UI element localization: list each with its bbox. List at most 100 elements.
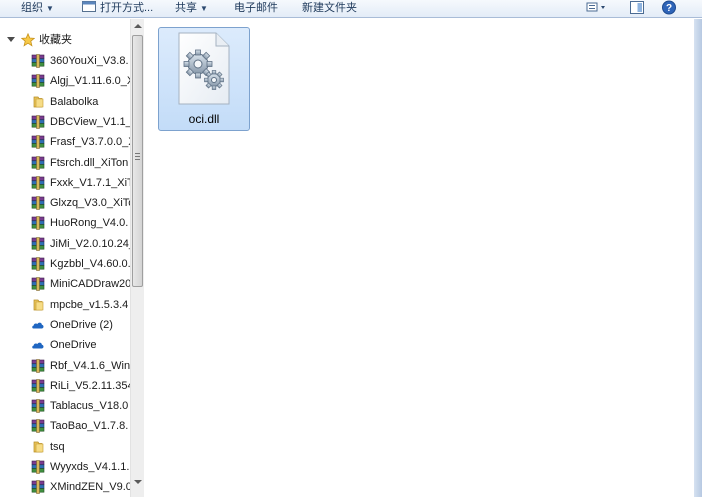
favorites-node[interactable]: 收藏夹 bbox=[0, 30, 130, 50]
nav-item-frasf-v3-7-0-0-x[interactable]: Frasf_V3.7.0.0_X bbox=[0, 132, 130, 152]
organize-menu[interactable]: 组织 ▼ bbox=[21, 0, 54, 17]
nav-item-rbf-v4-1-6-win[interactable]: Rbf_V4.1.6_Win bbox=[0, 356, 130, 376]
nav-item-label: OneDrive bbox=[50, 339, 97, 351]
nav-item-mpcbe-v1-5-3-4[interactable]: mpcbe_v1.5.3.4 bbox=[0, 295, 130, 315]
svg-text:?: ? bbox=[666, 3, 672, 14]
nav-item-label: DBCView_V1.1_ bbox=[50, 116, 130, 128]
folder-icon bbox=[33, 441, 44, 453]
nav-item-label: MiniCADDraw20 bbox=[50, 278, 130, 290]
nav-item-label: Ftsrch.dll_XiTon bbox=[50, 157, 129, 169]
nav-item-label: HuoRong_V4.0. bbox=[50, 217, 129, 229]
scroll-down-arrow-icon[interactable] bbox=[131, 475, 145, 489]
nav-item-label: Fxxk_V1.7.1_XiT bbox=[50, 177, 130, 189]
nav-item-360youxi-v3-8[interactable]: 360YouXi_V3.8. bbox=[0, 51, 130, 71]
nav-item-ftsrch-dll-xiton[interactable]: Ftsrch.dll_XiTon bbox=[0, 153, 130, 173]
preview-pane-icon bbox=[630, 1, 644, 14]
nav-item-label: Rbf_V4.1.6_Win bbox=[50, 360, 130, 372]
nav-item-algj-v1-11-6-0-x[interactable]: Algj_V1.11.6.0_X bbox=[0, 71, 130, 91]
rar-archive-icon bbox=[31, 196, 45, 210]
nav-item-label: Balabolka bbox=[50, 96, 99, 108]
email-button[interactable]: 电子邮件 bbox=[234, 0, 278, 17]
scroll-up-arrow-icon[interactable] bbox=[131, 19, 145, 33]
rar-archive-icon bbox=[31, 257, 45, 271]
rar-archive-icon bbox=[31, 419, 45, 433]
dll-gear-file-icon bbox=[178, 32, 230, 105]
nav-item-jimi-v2-0-10-24[interactable]: JiMi_V2.0.10.24_ bbox=[0, 234, 130, 254]
nav-item-rili-v5-2-11-354[interactable]: RiLi_V5.2.11.354 bbox=[0, 376, 130, 396]
nav-item-balabolka[interactable]: Balabolka bbox=[0, 92, 130, 112]
rar-archive-icon bbox=[31, 74, 45, 88]
nav-item-huorong-v4-0[interactable]: HuoRong_V4.0. bbox=[0, 213, 130, 233]
nav-item-wyyxds-v4-1-1[interactable]: Wyyxds_V4.1.1. bbox=[0, 457, 130, 477]
new-folder-button[interactable]: 新建文件夹 bbox=[302, 0, 357, 17]
preview-pane-button[interactable] bbox=[628, 0, 646, 15]
nav-item-label: XMindZEN_V9.0 bbox=[50, 481, 130, 493]
rar-archive-icon bbox=[31, 379, 45, 393]
nav-item-fxxk-v1-7-1-xit[interactable]: Fxxk_V1.7.1_XiT bbox=[0, 173, 130, 193]
rar-archive-icon bbox=[31, 115, 45, 129]
nav-scrollbar[interactable] bbox=[130, 19, 144, 497]
new-folder-label: 新建文件夹 bbox=[302, 2, 357, 14]
chevron-down-icon: ▼ bbox=[46, 4, 54, 13]
share-label: 共享 bbox=[175, 2, 197, 14]
nav-item-label: TaoBao_V1.7.8. bbox=[50, 420, 129, 432]
help-icon: ? bbox=[662, 0, 676, 15]
nav-item-glxzq-v3-0-xito[interactable]: Glxzq_V3.0_XiTo bbox=[0, 193, 130, 213]
nav-item-label: RiLi_V5.2.11.354 bbox=[50, 380, 130, 392]
rar-archive-icon bbox=[31, 176, 45, 190]
onedrive-cloud-icon bbox=[32, 322, 44, 329]
nav-item-kgzbbl-v4-60-0[interactable]: Kgzbbl_V4.60.0. bbox=[0, 254, 130, 274]
rar-archive-icon bbox=[31, 460, 45, 474]
folder-icon bbox=[33, 96, 44, 108]
change-view-button[interactable] bbox=[585, 0, 609, 15]
rar-archive-icon bbox=[31, 237, 45, 251]
open-window-icon bbox=[82, 1, 96, 12]
view-options-icon bbox=[586, 2, 605, 12]
nav-item-label: Glxzq_V3.0_XiTo bbox=[50, 197, 130, 209]
nav-item-tablacus-v18-0[interactable]: Tablacus_V18.0 bbox=[0, 396, 130, 416]
rar-archive-icon bbox=[31, 156, 45, 170]
rar-archive-icon bbox=[31, 399, 45, 413]
share-menu[interactable]: 共享 ▼ bbox=[175, 0, 208, 17]
favorites-label: 收藏夹 bbox=[39, 34, 72, 46]
nav-item-label: OneDrive (2) bbox=[50, 319, 113, 331]
expand-arrow-icon[interactable] bbox=[7, 37, 15, 42]
open-with-label: 打开方式... bbox=[100, 2, 154, 14]
help-button[interactable]: ? bbox=[660, 0, 678, 15]
organize-label: 组织 bbox=[21, 2, 43, 14]
nav-item-dbcview-v1-1[interactable]: DBCView_V1.1_ bbox=[0, 112, 130, 132]
file-list-area[interactable]: oci.dll bbox=[148, 19, 694, 497]
rar-archive-icon bbox=[31, 216, 45, 230]
nav-item-label: Frasf_V3.7.0.0_X bbox=[50, 136, 130, 148]
file-name-label: oci.dll bbox=[188, 112, 220, 126]
nav-item-onedrive-2[interactable]: OneDrive (2) bbox=[0, 315, 130, 335]
nav-item-label: mpcbe_v1.5.3.4 bbox=[50, 299, 129, 311]
email-label: 电子邮件 bbox=[234, 2, 278, 14]
nav-item-label: Kgzbbl_V4.60.0. bbox=[50, 258, 130, 270]
window-border bbox=[694, 19, 702, 497]
nav-item-onedrive[interactable]: OneDrive bbox=[0, 335, 130, 355]
rar-archive-icon bbox=[31, 359, 45, 373]
open-with-button[interactable]: 打开方式... bbox=[82, 0, 153, 17]
rar-archive-icon bbox=[31, 277, 45, 291]
rar-archive-icon bbox=[31, 480, 45, 494]
nav-item-label: Tablacus_V18.0 bbox=[50, 400, 129, 412]
nav-item-label: 360YouXi_V3.8. bbox=[50, 55, 129, 67]
nav-item-tsq[interactable]: tsq bbox=[0, 437, 130, 457]
nav-item-label: JiMi_V2.0.10.24_ bbox=[50, 238, 130, 250]
grip-icon bbox=[135, 153, 140, 160]
nav-item-xmindzen-v9-0[interactable]: XMindZEN_V9.0 bbox=[0, 477, 130, 497]
folder-icon bbox=[33, 299, 44, 311]
command-bar: 组织 ▼ 打开方式... 共享 ▼ 电子邮件 新建文件夹 ? bbox=[0, 0, 702, 18]
chevron-down-icon: ▼ bbox=[200, 4, 208, 13]
navigation-pane: 收藏夹 360YouXi_V3.8. Algj_V1.11.6.0_X Balabo… bbox=[0, 19, 130, 497]
scrollbar-thumb[interactable] bbox=[132, 35, 143, 287]
nav-item-label: Algj_V1.11.6.0_X bbox=[50, 75, 130, 87]
nav-item-minicaddraw20[interactable]: MiniCADDraw20 bbox=[0, 274, 130, 294]
star-icon bbox=[21, 33, 35, 47]
nav-item-taobao-v1-7-8[interactable]: TaoBao_V1.7.8. bbox=[0, 416, 130, 436]
nav-item-label: tsq bbox=[50, 441, 65, 453]
file-item-oci-dll[interactable]: oci.dll bbox=[158, 27, 250, 131]
onedrive-cloud-icon bbox=[32, 342, 44, 349]
nav-item-label: Wyyxds_V4.1.1. bbox=[50, 461, 130, 473]
